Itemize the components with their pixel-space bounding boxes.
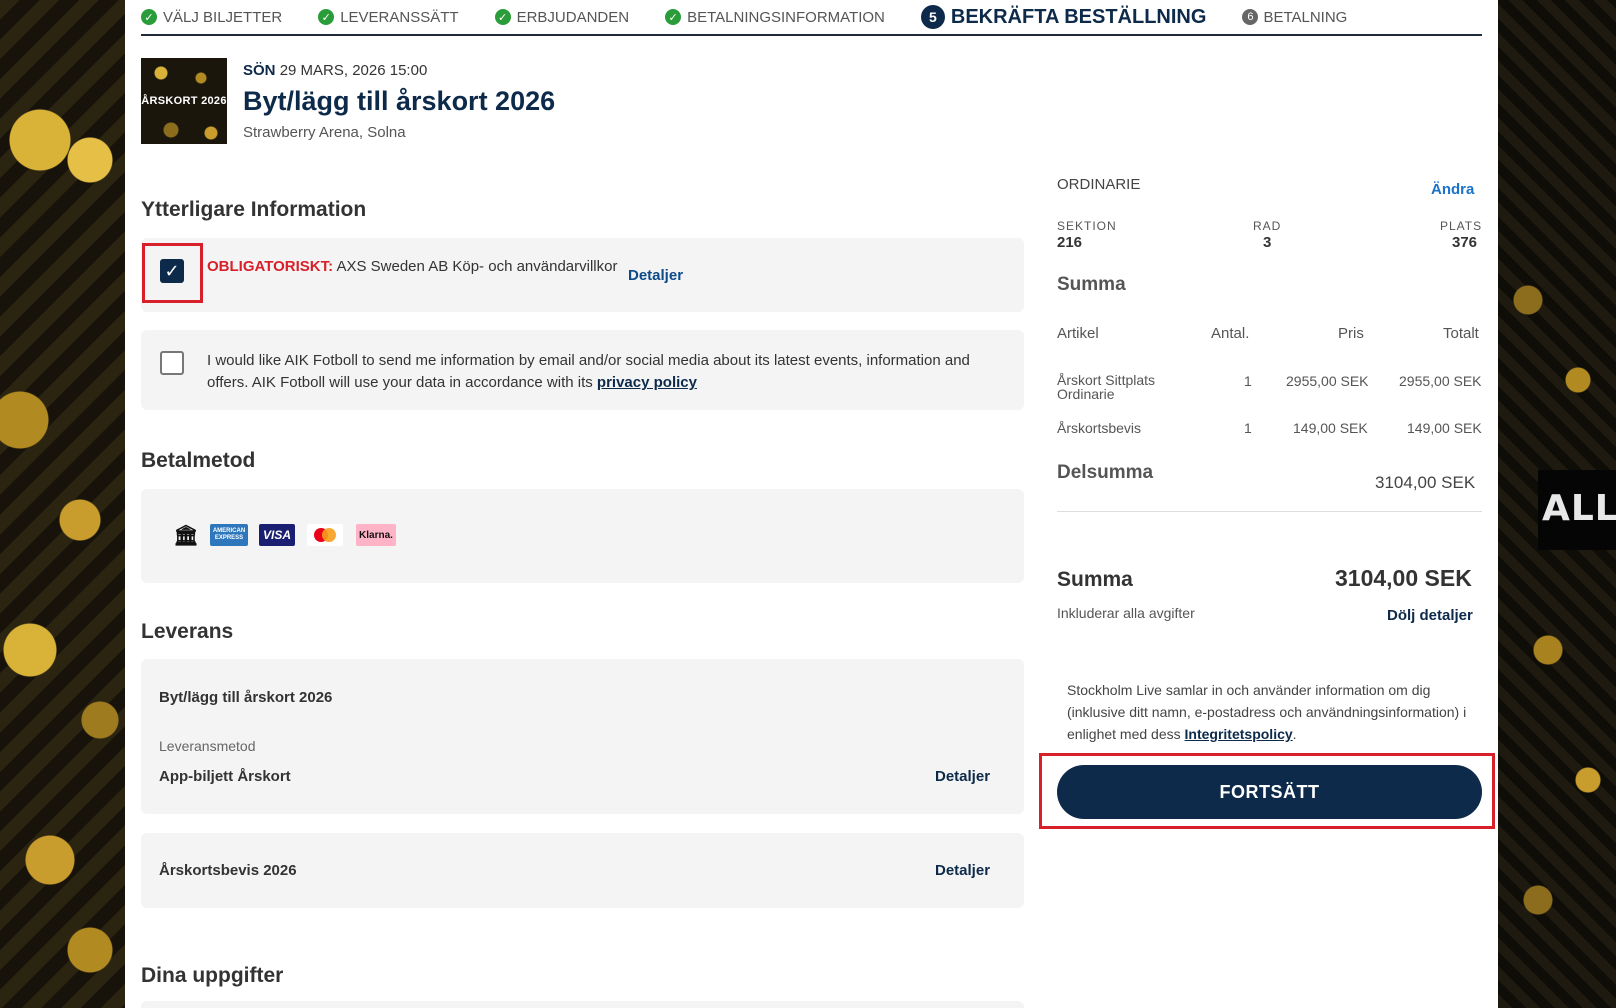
sum-heading: Summa	[1057, 274, 1126, 295]
delivery-method-label: Leveransmetod	[159, 738, 256, 754]
col-qty: Antal.	[1211, 325, 1250, 342]
seat-value: 376	[1452, 234, 1478, 251]
change-link[interactable]: Ändra	[1431, 181, 1474, 198]
event-venue: Strawberry Arena, Solna	[243, 124, 406, 141]
step-bekrafta-bestallning: 5 BEKRÄFTA BESTÄLLNING	[920, 5, 1206, 29]
your-details-card	[141, 1001, 1024, 1008]
event-date: SÖN 29 MARS, 2026 15:00	[243, 62, 428, 79]
delivery-item2-details-link[interactable]: Detaljer	[935, 862, 990, 879]
includes-fees: Inkluderar alla avgifter	[1057, 605, 1195, 621]
subtotal-label: Delsumma	[1057, 462, 1154, 483]
step-erbjudanden[interactable]: ✓ ERBJUDANDEN	[494, 9, 629, 26]
event-title: Byt/lägg till årskort 2026	[243, 86, 556, 116]
delivery-heading: Leverans	[141, 620, 234, 643]
ticket-type: ORDINARIE	[1057, 176, 1141, 193]
table-row-price: 149,00 SEK	[1293, 420, 1368, 436]
privacy-notice: Stockholm Live samlar in och använder in…	[1067, 682, 1467, 742]
total-label: Summa	[1057, 568, 1133, 591]
delivery-method-value: App-biljett Årskort	[159, 768, 291, 785]
table-row-qty: 1	[1244, 420, 1252, 436]
background-crowd-right: ALLMÄN	[1498, 0, 1616, 1008]
bank-icon: 🏛	[173, 524, 199, 547]
divider	[1057, 511, 1482, 512]
check-circle-icon: ✓	[665, 9, 682, 25]
info-heading: Ytterligare Information	[141, 198, 367, 221]
check-circle-icon: ✓	[318, 9, 335, 25]
optin-text: I would like AIK Fotboll to send me info…	[207, 352, 970, 391]
total-value: 3104,00 SEK	[1335, 565, 1472, 591]
col-total: Totalt	[1443, 325, 1479, 342]
step-number: 5	[920, 5, 945, 29]
delivery-details-link[interactable]: Detaljer	[935, 768, 990, 785]
checkout-panel: ✓ VÄLJ BILJETTER ✓ LEVERANSSÄTT ✓ ERBJUD…	[125, 0, 1498, 1008]
delivery-item-title: Byt/lägg till årskort 2026	[159, 689, 333, 706]
continue-button[interactable]: FORTSÄTT	[1057, 765, 1482, 819]
table-row-total: 149,00 SEK	[1407, 420, 1482, 436]
table-row-total: 2955,00 SEK	[1399, 373, 1482, 389]
background-banner: ALLMÄN	[1538, 470, 1616, 550]
terms-text: OBLIGATORISKT: AXS Sweden AB Köp- och an…	[207, 258, 618, 275]
check-circle-icon: ✓	[494, 9, 511, 25]
check-circle-icon: ✓	[141, 9, 157, 25]
visa-icon: VISA	[259, 524, 295, 546]
marketing-optin-checkbox[interactable]	[160, 351, 184, 375]
table-row-article: Årskort Sittplats Ordinarie	[1057, 372, 1156, 402]
step-betalning: 6 BETALNING	[1242, 9, 1347, 26]
table-row-article: Årskortsbevis	[1057, 420, 1142, 436]
klarna-icon: Klarna.	[356, 524, 396, 546]
row-value: 3	[1263, 234, 1272, 251]
mastercard-circles	[314, 528, 336, 542]
seat-label: PLATS	[1440, 219, 1483, 233]
amex-icon: AMERICAN EXPRESS	[210, 524, 248, 546]
terms-details-link[interactable]: Detaljer	[628, 267, 683, 284]
step-leveranssatt[interactable]: ✓ LEVERANSSÄTT	[318, 9, 459, 26]
row-label: RAD	[1253, 219, 1282, 233]
terms-checkbox[interactable]: ✓	[160, 259, 184, 283]
delivery-card	[141, 659, 1024, 814]
mastercard-icon	[307, 524, 343, 546]
section-label: SEKTION	[1057, 219, 1117, 233]
privacy-policy-link[interactable]: privacy policy	[597, 374, 697, 391]
background-crowd-left	[0, 0, 125, 1008]
payment-heading: Betalmetod	[141, 449, 256, 472]
table-row-price: 2955,00 SEK	[1286, 373, 1369, 389]
checkout-stepper: ✓ VÄLJ BILJETTER ✓ LEVERANSSÄTT ✓ ERBJUD…	[141, 0, 1482, 36]
integrity-policy-link[interactable]: Integritetspolicy	[1185, 726, 1293, 742]
table-row-qty: 1	[1244, 373, 1252, 389]
delivery-item2-title: Årskortsbevis 2026	[159, 862, 297, 879]
hide-details-link[interactable]: Dölj detaljer	[1387, 607, 1473, 624]
section-value: 216	[1057, 234, 1083, 251]
your-details-heading: Dina uppgifter	[141, 964, 284, 987]
col-price: Pris	[1338, 325, 1364, 342]
event-thumbnail: ÅRSKORT 2026	[141, 58, 227, 144]
subtotal-value: 3104,00 SEK	[1375, 473, 1476, 492]
step-valj-biljetter[interactable]: ✓ VÄLJ BILJETTER	[141, 9, 282, 26]
step-betalningsinformation[interactable]: ✓ BETALNINGSINFORMATION	[665, 9, 885, 26]
step-number: 6	[1242, 9, 1259, 25]
terms-card	[141, 238, 1024, 312]
col-article: Artikel	[1057, 325, 1099, 342]
